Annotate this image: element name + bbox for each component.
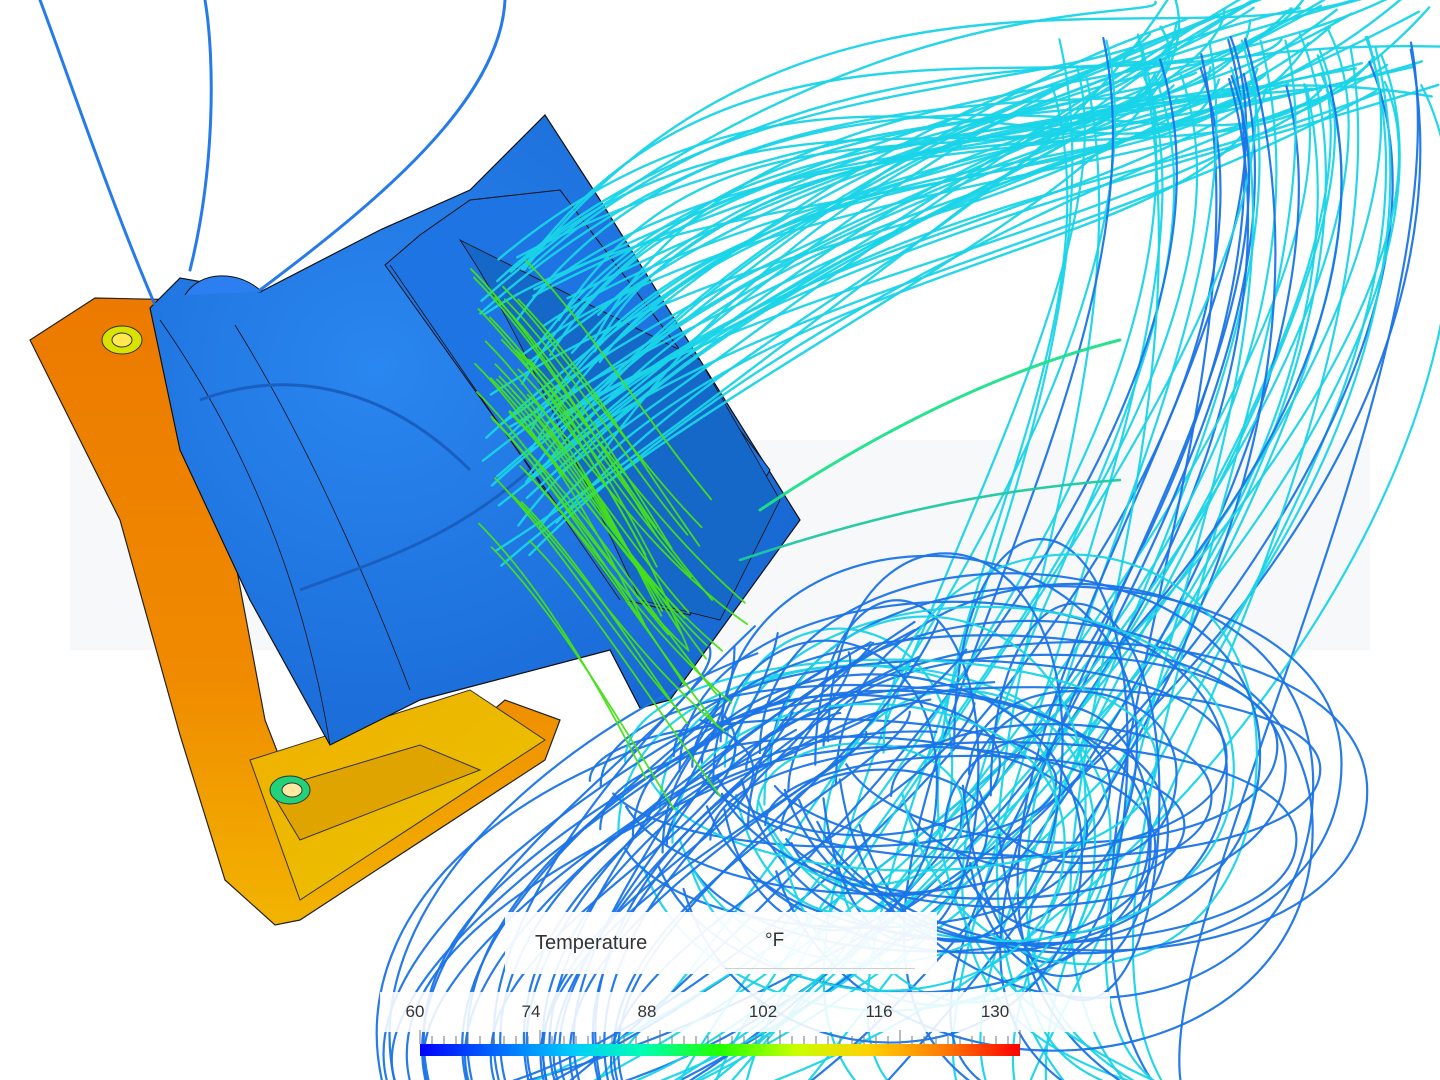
temperature-colorbar bbox=[419, 1030, 1021, 1056]
legend-tick-label: 88 bbox=[637, 1002, 657, 1021]
legend-title-panel[interactable]: Temperature °F bbox=[505, 912, 937, 974]
legend-tick-label: 60 bbox=[405, 1002, 425, 1021]
legend-divider bbox=[725, 968, 915, 969]
legend-title: Temperature bbox=[535, 932, 648, 954]
streamline bbox=[188, 0, 213, 272]
legend-unit: °F bbox=[765, 930, 785, 951]
streamline bbox=[38, 0, 157, 307]
legend-tick-label: 74 bbox=[521, 1002, 541, 1021]
legend-tick-label: 130 bbox=[980, 1002, 1010, 1021]
legend-tick-label: 116 bbox=[865, 1002, 893, 1021]
legend-tick-label: 102 bbox=[748, 1002, 778, 1021]
